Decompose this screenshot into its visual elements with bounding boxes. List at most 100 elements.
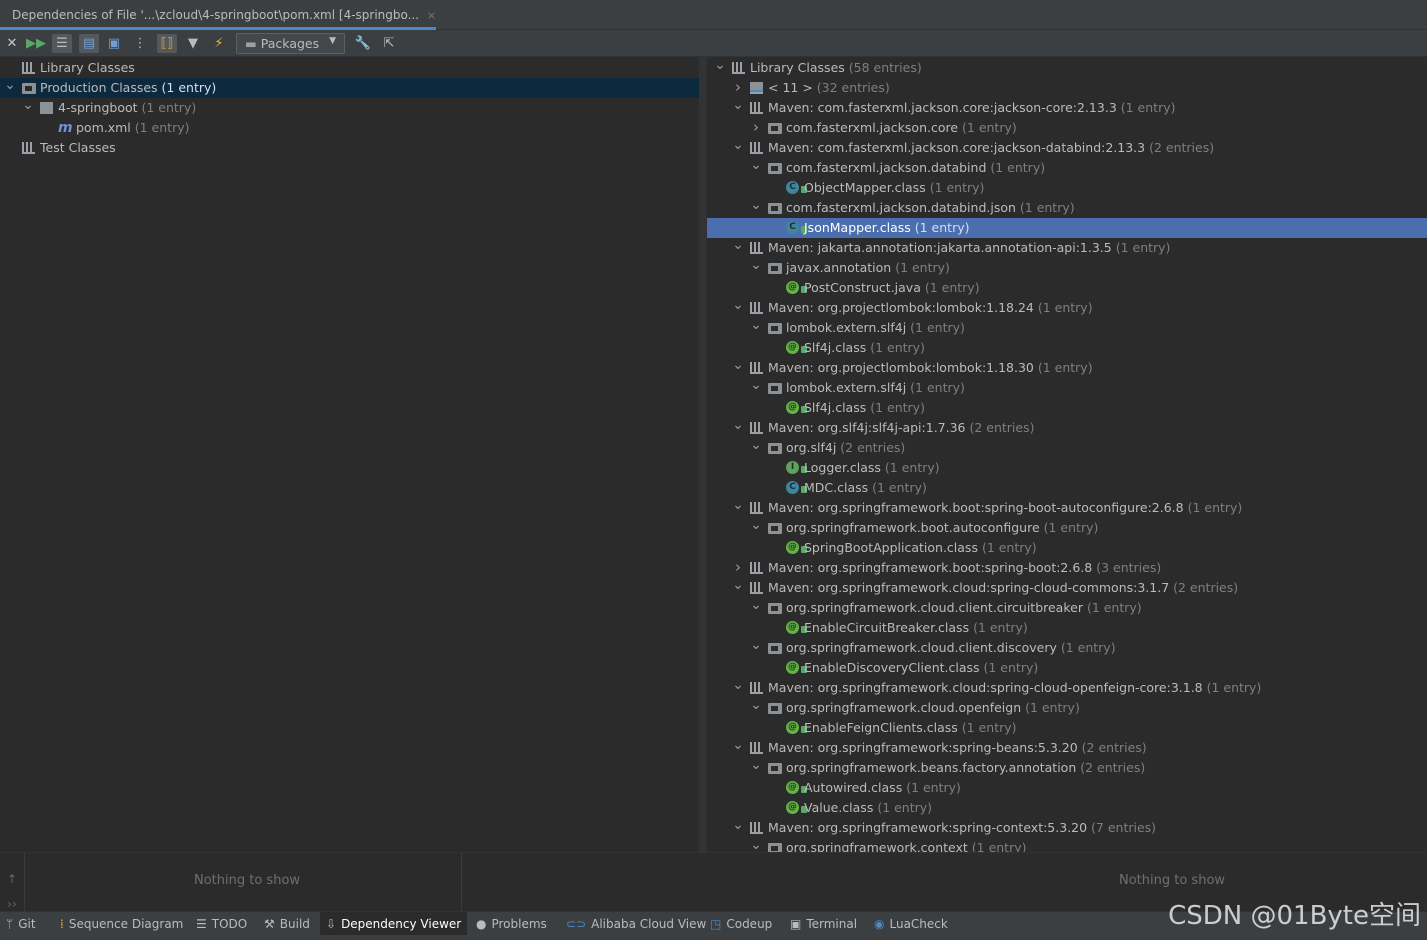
show-modules-icon[interactable]: ▣ bbox=[104, 34, 124, 53]
tree-node[interactable]: ⌄ org.springframework.cloud.client.discov… bbox=[707, 638, 1427, 658]
chevron-down-icon[interactable]: ⌄ bbox=[750, 318, 762, 338]
tree-node[interactable]: ⌄ javax.annotation (1 entry) bbox=[707, 258, 1427, 278]
filter-icon[interactable]: ▼ bbox=[183, 34, 203, 53]
chevron-down-icon[interactable]: ⌄ bbox=[732, 418, 744, 438]
tree-node[interactable]: @ Value.class (1 entry) bbox=[707, 798, 1427, 818]
tool-window-alibaba-cloud-view[interactable]: ⊂⊃ Alibaba Cloud View bbox=[560, 912, 712, 936]
tree-node[interactable]: › < 11 > (32 entries) bbox=[707, 78, 1427, 98]
chevron-down-icon[interactable]: ⌄ bbox=[732, 358, 744, 378]
tree-node[interactable]: ⌄ Maven: org.projectlombok:lombok:1.18.24… bbox=[707, 298, 1427, 318]
scope-type-dropdown[interactable]: ▬ Packages ▼ bbox=[236, 33, 345, 54]
tree-node[interactable]: › com.fasterxml.jackson.core (1 entry) bbox=[707, 118, 1427, 138]
tool-window-todo[interactable]: ☰ TODO bbox=[190, 912, 253, 936]
arrow-up-icon[interactable]: ↑ bbox=[0, 867, 24, 892]
tree-node[interactable]: C MDC.class (1 entry) bbox=[707, 478, 1427, 498]
tree-node[interactable]: m pom.xml (1 entry) bbox=[0, 118, 699, 138]
tree-node[interactable]: @ Slf4j.class (1 entry) bbox=[707, 338, 1427, 358]
tool-window-luacheck[interactable]: ◉ LuaCheck bbox=[868, 912, 954, 936]
tree-node[interactable]: @ Autowired.class (1 entry) bbox=[707, 778, 1427, 798]
tree-node[interactable]: ⌄ org.springframework.cloud.openfeign (1 … bbox=[707, 698, 1427, 718]
mark-illegal-icon[interactable]: ⟦⟧ bbox=[157, 34, 177, 53]
tool-window-build[interactable]: ⚒ Build bbox=[258, 912, 316, 936]
chevron-down-icon[interactable]: ⌄ bbox=[4, 78, 16, 98]
tree-node[interactable]: ⌄ com.fasterxml.jackson.databind (1 entry… bbox=[707, 158, 1427, 178]
tree-node[interactable]: I Logger.class (1 entry) bbox=[707, 458, 1427, 478]
tree-node[interactable]: Library Classes bbox=[0, 58, 699, 78]
chevron-down-icon[interactable]: ⌄ bbox=[732, 578, 744, 598]
tree-node[interactable]: ⌄ lombok.extern.slf4j (1 entry) bbox=[707, 378, 1427, 398]
tree-node[interactable]: ⌄ Maven: org.springframework.boot:spring-… bbox=[707, 498, 1427, 518]
chevron-down-icon[interactable]: ⌄ bbox=[714, 58, 726, 78]
tree-node[interactable]: ⌄ Maven: com.fasterxml.jackson.core:jacks… bbox=[707, 98, 1427, 118]
tree-node[interactable]: ⌄ org.slf4j (2 entries) bbox=[707, 438, 1427, 458]
tree-node[interactable]: ⌄ Maven: org.springframework:spring-conte… bbox=[707, 818, 1427, 838]
tree-node[interactable]: ⌄ Maven: org.springframework.cloud:spring… bbox=[707, 678, 1427, 698]
tree-node[interactable]: @ EnableFeignClients.class (1 entry) bbox=[707, 718, 1427, 738]
tree-node[interactable]: ⌄ Maven: org.slf4j:slf4j-api:1.7.36 (2 en… bbox=[707, 418, 1427, 438]
chevron-down-icon[interactable]: ⌄ bbox=[732, 678, 744, 698]
tree-node[interactable]: ⌄ Maven: org.springframework.cloud:spring… bbox=[707, 578, 1427, 598]
chevron-down-icon[interactable]: ⌄ bbox=[750, 758, 762, 778]
tree-node[interactable]: @ Slf4j.class (1 entry) bbox=[707, 398, 1427, 418]
tool-window-terminal[interactable]: ▣ Terminal bbox=[784, 912, 863, 936]
chevron-down-icon[interactable]: ⌄ bbox=[750, 838, 762, 852]
tree-node[interactable]: Test Classes bbox=[0, 138, 699, 158]
tool-window-sequence-diagram[interactable]: ⁞ Sequence Diagram bbox=[54, 912, 189, 936]
export-icon[interactable]: ⇱ bbox=[379, 34, 399, 53]
tool-window-codeup[interactable]: ◳ Codeup bbox=[704, 912, 778, 936]
tree-node[interactable]: @ SpringBootApplication.class (1 entry) bbox=[707, 538, 1427, 558]
tree-node[interactable]: ⌄ Maven: jakarta.annotation:jakarta.annot… bbox=[707, 238, 1427, 258]
tool-window-problems[interactable]: ● Problems bbox=[470, 912, 553, 936]
flatten-packages-icon[interactable]: ☰ bbox=[52, 34, 72, 53]
chevron-down-icon[interactable]: ⌄ bbox=[732, 138, 744, 158]
chevron-down-icon[interactable]: ⌄ bbox=[750, 518, 762, 538]
chevron-down-icon[interactable]: ⌄ bbox=[732, 498, 744, 518]
tree-node[interactable]: ⌄ org.springframework.cloud.client.circui… bbox=[707, 598, 1427, 618]
chevron-down-icon[interactable]: ⌄ bbox=[750, 258, 762, 278]
tree-node[interactable]: ⌄ 4-springboot (1 entry) bbox=[0, 98, 699, 118]
tree-node[interactable]: ⌄ org.springframework.boot.autoconfigure … bbox=[707, 518, 1427, 538]
show-files-icon[interactable]: ▤ bbox=[79, 34, 99, 53]
group-by-scope-icon[interactable]: ⋮ bbox=[130, 34, 150, 53]
chevron-down-icon[interactable]: ⌄ bbox=[750, 438, 762, 458]
chevron-down-icon[interactable]: ⌄ bbox=[750, 698, 762, 718]
right-dependency-tree[interactable]: ⌄ Library Classes (58 entries) › < 11 > (32… bbox=[707, 57, 1427, 852]
tree-node[interactable]: ⌄ org.springframework.beans.factory.annot… bbox=[707, 758, 1427, 778]
chevron-right-icon[interactable]: › bbox=[750, 118, 762, 138]
tool-window-dependency-viewer[interactable]: ⇩ Dependency Viewer bbox=[320, 912, 468, 936]
tree-node[interactable]: @ EnableCircuitBreaker.class (1 entry) bbox=[707, 618, 1427, 638]
chevron-down-icon[interactable]: ⌄ bbox=[22, 98, 34, 118]
chevron-down-icon[interactable]: ⌄ bbox=[732, 298, 744, 318]
tree-node[interactable]: ⌄ org.springframework.context (1 entry) bbox=[707, 838, 1427, 852]
close-icon[interactable]: ✕ bbox=[2, 34, 22, 53]
chevron-down-icon[interactable]: ⌄ bbox=[750, 158, 762, 178]
left-dependency-tree[interactable]: Library Classes ⌄ Production Classes (1 en… bbox=[0, 57, 699, 852]
chevron-down-icon[interactable]: ⌄ bbox=[750, 378, 762, 398]
tree-node[interactable]: ⌄ lombok.extern.slf4j (1 entry) bbox=[707, 318, 1427, 338]
tree-node[interactable]: › Maven: org.springframework.boot:spring-… bbox=[707, 558, 1427, 578]
tool-window-git[interactable]: ᛘ Git bbox=[0, 912, 42, 936]
tree-node[interactable]: ⌄ Maven: com.fasterxml.jackson.core:jacks… bbox=[707, 138, 1427, 158]
tree-node[interactable]: ⌄ com.fasterxml.jackson.databind.json (1 … bbox=[707, 198, 1427, 218]
tree-node[interactable]: ⌄ Maven: org.springframework:spring-beans… bbox=[707, 738, 1427, 758]
tree-node[interactable]: @ PostConstruct.java (1 entry) bbox=[707, 278, 1427, 298]
wrench-icon[interactable]: 🔧 bbox=[353, 34, 373, 53]
tree-node[interactable]: ⌄ Library Classes (58 entries) bbox=[707, 58, 1427, 78]
dependencies-tab[interactable]: Dependencies of File '...\zcloud\4-sprin… bbox=[0, 0, 436, 30]
chevron-right-icon[interactable]: › bbox=[732, 558, 744, 578]
tree-node[interactable]: ⌄ Production Classes (1 entry) bbox=[0, 78, 699, 98]
chevron-down-icon[interactable]: ⌄ bbox=[750, 638, 762, 658]
tree-node[interactable]: ⌄ Maven: org.projectlombok:lombok:1.18.30… bbox=[707, 358, 1427, 378]
chevron-down-icon[interactable]: ⌄ bbox=[732, 738, 744, 758]
chevron-down-icon[interactable]: ⌄ bbox=[732, 98, 744, 118]
tree-node[interactable]: C ObjectMapper.class (1 entry) bbox=[707, 178, 1427, 198]
chevron-down-icon[interactable]: ⌄ bbox=[732, 818, 744, 838]
chevron-right-icon[interactable]: › bbox=[732, 78, 744, 98]
chevron-down-icon[interactable]: ⌄ bbox=[732, 238, 744, 258]
tree-node[interactable]: @ EnableDiscoveryClient.class (1 entry) bbox=[707, 658, 1427, 678]
rerun-icon[interactable]: ▶▶ bbox=[26, 34, 46, 53]
splitter[interactable] bbox=[699, 57, 707, 852]
chevron-down-icon[interactable]: ⌄ bbox=[750, 598, 762, 618]
close-icon[interactable]: × bbox=[427, 9, 436, 22]
tree-node[interactable]: C JsonMapper.class (1 entry) bbox=[707, 218, 1427, 238]
